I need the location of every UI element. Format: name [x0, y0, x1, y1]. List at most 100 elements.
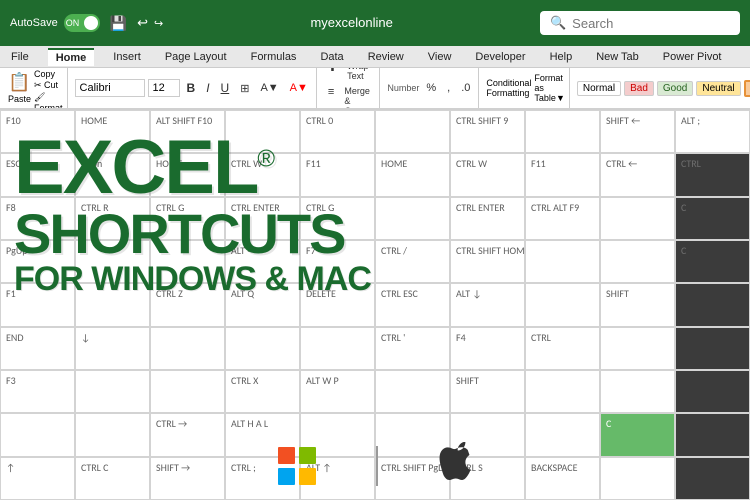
grid-cell	[600, 240, 675, 283]
grid-cell: F7	[300, 240, 375, 283]
grid-cell: F8	[0, 197, 75, 240]
number-group: Number % , .0	[383, 68, 479, 108]
clipboard-group: 📋 Paste 🗐 Copy ✂ Cut 🖌 Format Painter	[4, 68, 68, 108]
tab-newtab[interactable]: New Tab	[591, 49, 644, 65]
save-icon[interactable]: 💾	[106, 13, 131, 34]
autosave-label: AutoSave	[10, 17, 58, 29]
number-format-label: Number	[387, 83, 419, 93]
grid-cell: F3	[0, 370, 75, 413]
grid-cell: HOME	[75, 110, 150, 153]
grid-cell	[150, 327, 225, 370]
grid-cell: CTRL '	[375, 327, 450, 370]
grid-cell	[525, 240, 600, 283]
tab-view[interactable]: View	[423, 49, 457, 65]
style-bad-button[interactable]: Bad	[624, 81, 654, 96]
wrap-text-button[interactable]: Wrap Text	[343, 68, 375, 83]
spreadsheet-grid: F10 HOME ALT SHIFT F10 CTRL 0 CTRL SHIFT…	[0, 110, 750, 500]
grid-cell: CTRL W	[450, 153, 525, 196]
grid-cell: CTRL →	[150, 413, 225, 456]
top-bar: AutoSave ON 💾 ↩ ↪ myexcelonline 🔍 Search	[0, 0, 750, 46]
grid-cell: CTRL Z	[150, 283, 225, 326]
grid-cell: ALT H A L	[225, 413, 300, 456]
grid-cell	[525, 110, 600, 153]
conditional-format-group: ConditionalFormatting Format asTable▼	[482, 68, 569, 108]
cond-format-button[interactable]: ConditionalFormatting	[486, 78, 531, 98]
underline-button[interactable]: U	[217, 79, 234, 97]
grid-cell: BACKSPACE	[525, 457, 600, 500]
grid-cell	[375, 197, 450, 240]
cut-button[interactable]: ✂ Cut	[34, 80, 63, 91]
grid-cell	[150, 370, 225, 413]
increase-decimal-button[interactable]: .0	[457, 80, 474, 96]
tab-developer[interactable]: Developer	[470, 49, 530, 65]
grid-cell: CTRL SHIFT 9	[450, 110, 525, 153]
search-placeholder: Search	[572, 16, 613, 31]
search-icon: 🔍	[550, 15, 566, 31]
grid-cell	[525, 413, 600, 456]
grid-cell: SHIFT →	[150, 457, 225, 500]
grid-cell: CTRL 0	[300, 110, 375, 153]
tab-power-pivot[interactable]: Power Pivot	[658, 49, 727, 65]
align-top-button[interactable]: ⬆	[324, 68, 341, 83]
style-calc-button[interactable]: Calculation	[744, 80, 750, 97]
tab-file[interactable]: File	[6, 49, 34, 65]
alignment-group: ⬆ Wrap Text ≡ Merge & Center	[320, 68, 380, 108]
redo-icon[interactable]: ↪	[154, 17, 163, 30]
grid-cell	[375, 110, 450, 153]
comma-button[interactable]: ,	[443, 80, 454, 96]
grid-cell: CTRL ENTER	[225, 197, 300, 240]
tab-data[interactable]: Data	[315, 49, 348, 65]
tab-insert[interactable]: Insert	[108, 49, 146, 65]
style-good-button[interactable]: Good	[657, 81, 693, 96]
grid-cell	[150, 240, 225, 283]
grid-cell: END	[0, 327, 75, 370]
grid-cell	[75, 370, 150, 413]
font-group: B I U ⊞ A▼ A▼	[71, 68, 317, 108]
grid-cell	[600, 327, 675, 370]
tab-home[interactable]: Home	[48, 48, 95, 66]
grid-cell: CTRL ;	[225, 457, 300, 500]
font-size-input[interactable]	[148, 79, 180, 97]
bold-button[interactable]: B	[183, 79, 200, 97]
merge-center-button[interactable]: Merge & Center	[340, 84, 375, 111]
grid-cell: C	[675, 197, 750, 240]
grid-cell	[75, 413, 150, 456]
grid-cell: HOME	[375, 153, 450, 196]
grid-cell: F11	[300, 153, 375, 196]
grid-cell	[600, 370, 675, 413]
grid-cell: ALT Q	[225, 283, 300, 326]
paste-button[interactable]: 📋 Paste	[8, 72, 31, 104]
border-button[interactable]: ⊞	[236, 80, 253, 97]
style-normal-button[interactable]: Normal	[577, 81, 621, 96]
grid-cell	[675, 413, 750, 456]
fill-color-button[interactable]: A▼	[256, 80, 282, 96]
grid-cell: ALT ↑	[300, 457, 375, 500]
grid-cell: CTRL W	[225, 153, 300, 196]
format-as-table-button[interactable]: Format asTable▼	[534, 73, 564, 103]
grid-cell: C	[675, 240, 750, 283]
tab-review[interactable]: Review	[363, 49, 409, 65]
format-painter-button[interactable]: 🖌 Format Painter	[34, 92, 63, 110]
grid-cell	[675, 370, 750, 413]
grid-cell: ↑	[0, 457, 75, 500]
italic-button[interactable]: I	[202, 79, 213, 97]
align-left-button[interactable]: ≡	[324, 84, 338, 111]
grid-cell: ↓	[75, 327, 150, 370]
search-box[interactable]: 🔍 Search	[540, 11, 740, 35]
copy-button[interactable]: 🗐 Copy	[34, 68, 63, 79]
autosave-section: AutoSave ON 💾 ↩ ↪	[10, 13, 163, 34]
grid-cell	[675, 457, 750, 500]
font-name-input[interactable]	[75, 79, 145, 97]
font-color-button[interactable]: A▼	[286, 80, 312, 96]
undo-icon[interactable]: ↩	[137, 15, 148, 31]
grid-cell	[675, 283, 750, 326]
grid-cell: CTRL G	[300, 197, 375, 240]
tab-help[interactable]: Help	[545, 49, 578, 65]
tab-page-layout[interactable]: Page Layout	[160, 49, 232, 65]
percent-button[interactable]: %	[422, 80, 440, 96]
tab-formulas[interactable]: Formulas	[246, 49, 302, 65]
style-neutral-button[interactable]: Neutral	[696, 81, 740, 96]
grid-cell: CTRL X	[225, 370, 300, 413]
grid-cell: CTRL SHIFT HOME	[450, 240, 525, 283]
autosave-toggle[interactable]: ON	[64, 14, 100, 32]
